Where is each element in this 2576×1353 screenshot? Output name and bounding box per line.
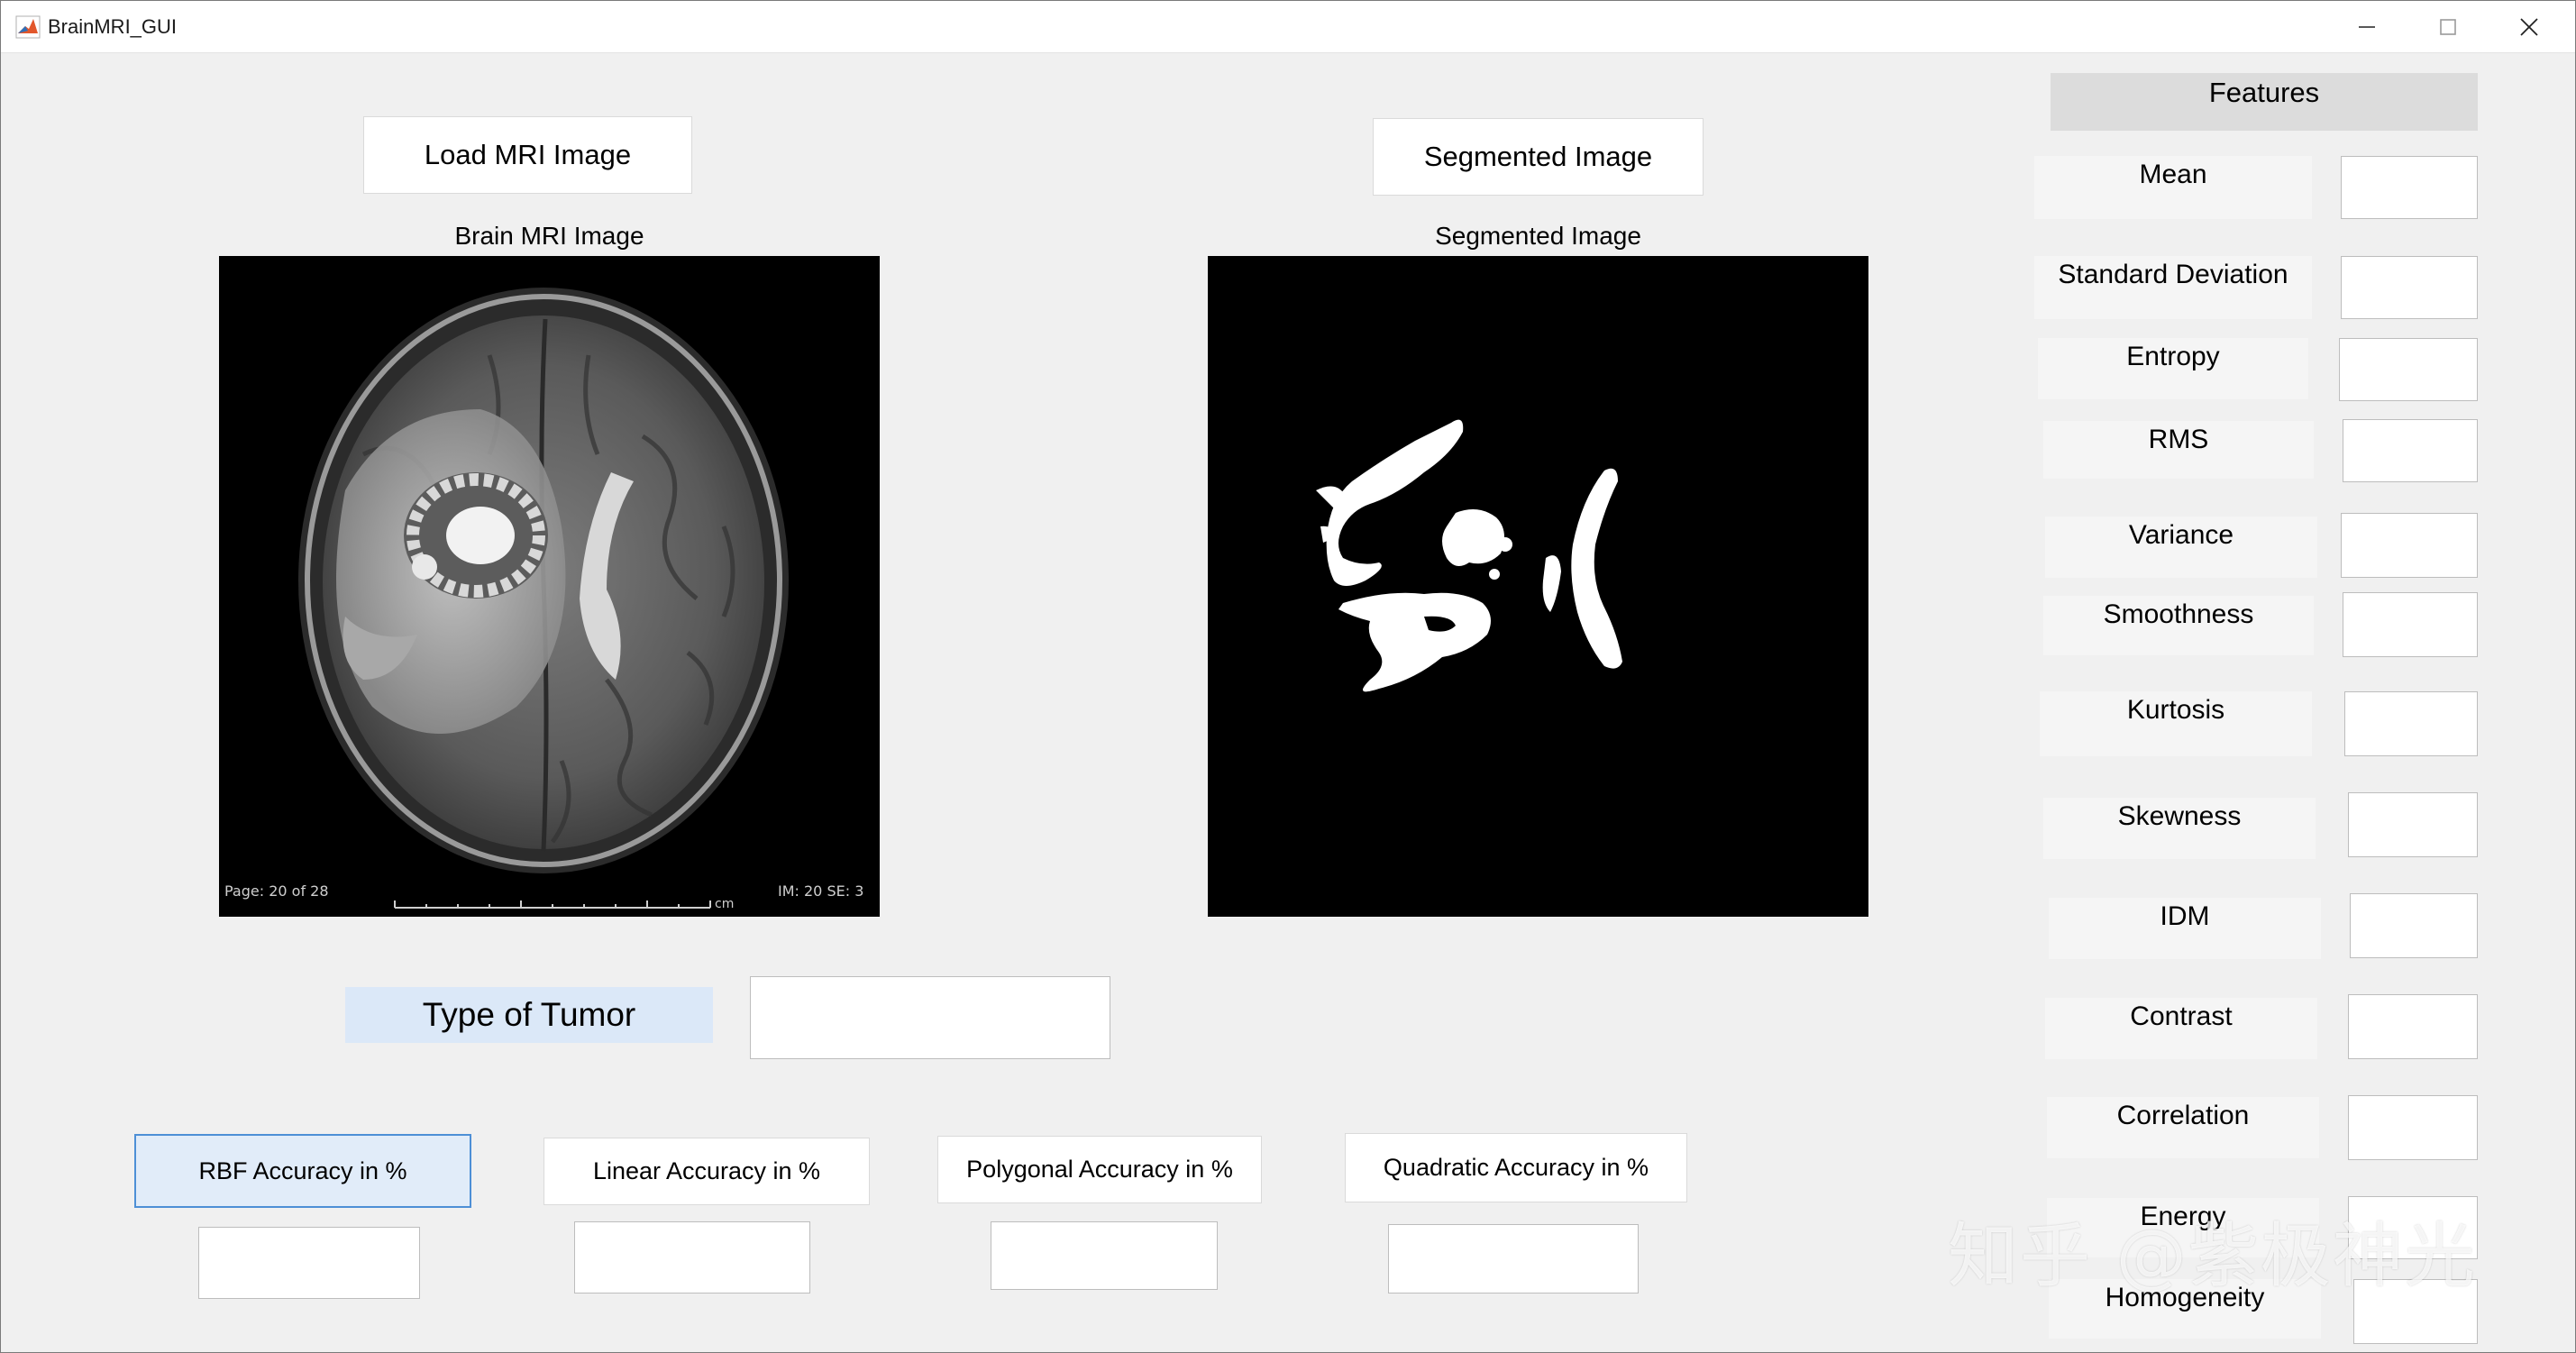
feature-label-variance: Variance [2045, 517, 2317, 578]
feature-value-rms[interactable] [2343, 419, 2478, 482]
minimize-icon [2359, 26, 2375, 28]
feature-value-entropy[interactable] [2339, 338, 2478, 401]
close-button[interactable] [2489, 1, 2570, 53]
quadratic-accuracy-output[interactable] [1388, 1224, 1639, 1294]
feature-value-contrast[interactable] [2348, 994, 2478, 1059]
app-window: BrainMRI_GUI Load MRI Image Brain MRI Im… [0, 0, 2576, 1353]
feature-label-standard-deviation: Standard Deviation [2034, 256, 2312, 319]
feature-value-mean[interactable] [2341, 156, 2478, 219]
matlab-icon [15, 15, 41, 39]
linear-accuracy-button[interactable]: Linear Accuracy in % [544, 1138, 870, 1205]
tumor-type-output[interactable] [750, 976, 1110, 1059]
brain-mri-caption: Brain MRI Image [454, 222, 644, 250]
zhihu-watermark: 知乎 @紫极神光 [1948, 1216, 2477, 1297]
title-bar: BrainMRI_GUI [1, 1, 2575, 53]
feature-label-rms: RMS [2043, 421, 2314, 479]
linear-accuracy-output[interactable] [574, 1221, 810, 1294]
minimize-button[interactable] [2326, 1, 2407, 53]
feature-label-correlation: Correlation [2047, 1097, 2319, 1158]
feature-value-smoothness[interactable] [2343, 592, 2478, 657]
maximize-button[interactable] [2407, 1, 2489, 53]
feature-label-mean: Mean [2034, 156, 2312, 219]
feature-value-skewness[interactable] [2348, 792, 2478, 857]
mri-page-label: Page: 20 of 28 [224, 882, 329, 900]
window-title: BrainMRI_GUI [48, 15, 178, 38]
feature-label-kurtosis: Kurtosis [2040, 691, 2312, 756]
feature-value-variance[interactable] [2341, 513, 2478, 578]
tumor-type-label: Type of Tumor [345, 987, 713, 1043]
feature-label-contrast: Contrast [2045, 998, 2317, 1059]
brain-mri-image: Page: 20 of 28 IM: 20 SE: 3 cm [219, 256, 880, 917]
features-header: Features [2051, 73, 2478, 131]
polygonal-accuracy-button[interactable]: Polygonal Accuracy in % [937, 1136, 1262, 1203]
feature-value-kurtosis[interactable] [2344, 691, 2478, 756]
mri-scale-ruler [394, 900, 711, 909]
brain-mri-scan: Page: 20 of 28 IM: 20 SE: 3 cm [224, 288, 863, 911]
feature-label-smoothness: Smoothness [2043, 596, 2314, 655]
quadratic-accuracy-button[interactable]: Quadratic Accuracy in % [1345, 1133, 1687, 1202]
load-mri-button[interactable]: Load MRI Image [363, 116, 692, 194]
segmented-image-button[interactable]: Segmented Image [1373, 118, 1704, 196]
segmented-image-caption: Segmented Image [1435, 222, 1641, 250]
mri-scale-unit: cm [715, 897, 734, 911]
maximize-icon [2440, 19, 2456, 35]
feature-label-idm: IDM [2049, 898, 2321, 959]
rbf-accuracy-button[interactable]: RBF Accuracy in % [134, 1134, 471, 1208]
feature-label-entropy: Entropy [2038, 338, 2308, 399]
close-icon [2520, 18, 2538, 36]
feature-label-skewness: Skewness [2043, 798, 2316, 859]
rbf-accuracy-output[interactable] [198, 1227, 420, 1299]
mri-series-label: IM: 20 SE: 3 [778, 882, 863, 900]
segmented-image [1208, 256, 1868, 917]
segmentation-mask [1316, 419, 1622, 692]
polygonal-accuracy-output[interactable] [991, 1221, 1218, 1290]
feature-value-idm[interactable] [2350, 893, 2478, 958]
feature-value-correlation[interactable] [2348, 1095, 2478, 1160]
feature-value-standard-deviation[interactable] [2341, 256, 2478, 319]
